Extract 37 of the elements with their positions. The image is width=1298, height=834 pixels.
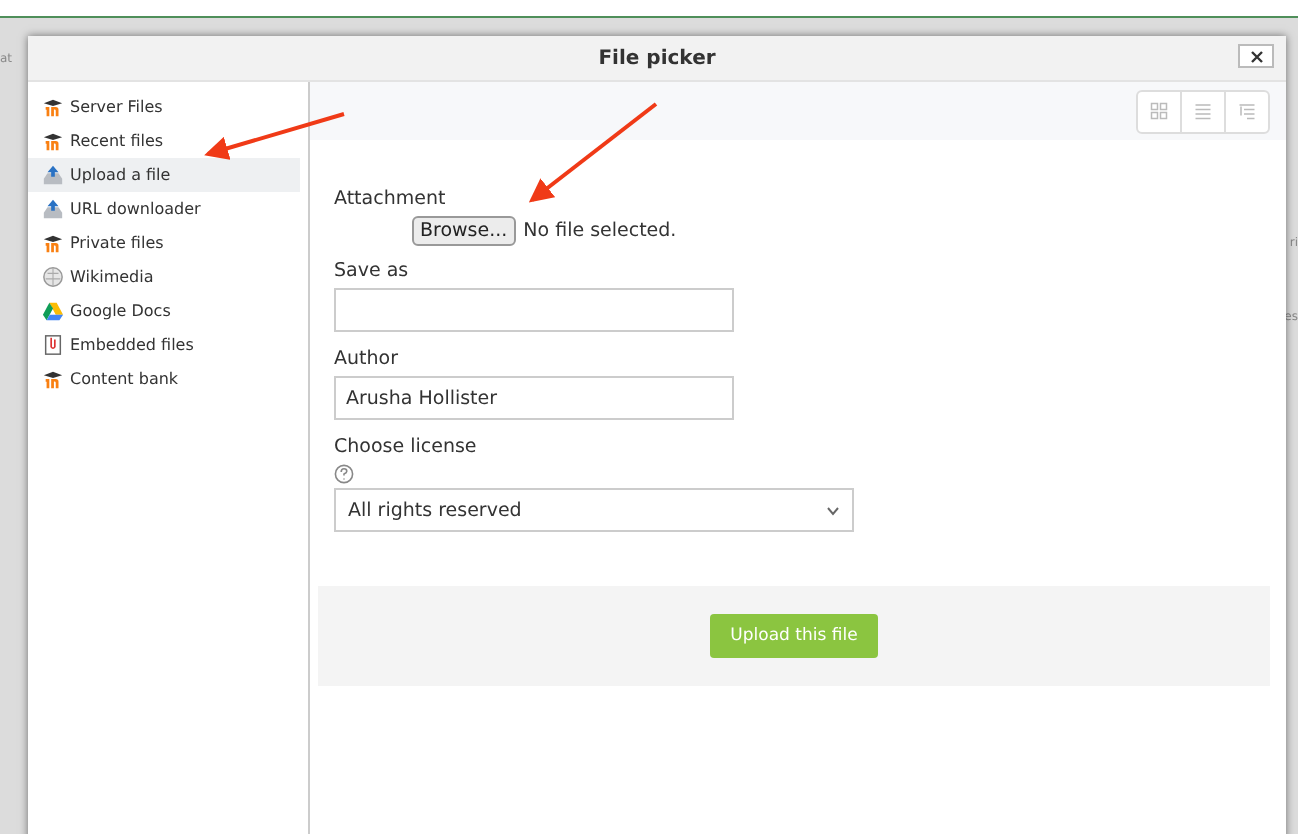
caret-icon	[826, 505, 840, 515]
sidebar-item[interactable]: Server Files	[28, 90, 300, 124]
author-field[interactable]: Arusha Hollister	[334, 376, 734, 420]
tree-view-icon	[1238, 102, 1256, 120]
license-select[interactable]: All rights reserved	[334, 488, 854, 532]
save-as-field[interactable]	[334, 288, 734, 332]
grid-view-icon	[1150, 102, 1168, 120]
annotation-arrow	[204, 112, 345, 160]
sidebar-item[interactable]: Google Docs	[28, 294, 300, 328]
sidebar-item[interactable]: Private files	[28, 226, 300, 260]
sidebar-item[interactable]: Embedded files	[28, 328, 300, 362]
sidebar-item[interactable]: Wikimedia	[28, 260, 300, 294]
field-label: Author	[334, 348, 400, 370]
mortarboard-m-icon	[42, 232, 64, 254]
sidebar-item[interactable]: Recent files	[28, 124, 300, 158]
field-label: Choose license	[334, 436, 479, 458]
drive-triangle-icon	[42, 300, 64, 322]
sidebar-item[interactable]: Content bank	[28, 362, 300, 396]
dialog-title: File picker	[598, 47, 716, 69]
sidebar-item[interactable]: Upload a file	[28, 158, 300, 192]
help-icon[interactable]	[334, 464, 354, 484]
mortarboard-m-icon	[42, 130, 64, 152]
upload-drive-icon	[42, 198, 64, 220]
mortarboard-m-icon	[42, 96, 64, 118]
paperclip-page-icon	[42, 334, 64, 356]
field-label: Attachment	[334, 188, 448, 210]
globe-icon	[42, 266, 64, 288]
sidebar-item[interactable]: URL downloader	[28, 192, 300, 226]
close-button[interactable]	[1238, 44, 1274, 68]
field-label: Save as	[334, 260, 411, 282]
list-view-icon	[1194, 102, 1212, 120]
upload-drive-icon	[42, 164, 64, 186]
file-status: No file selected.	[523, 220, 677, 242]
annotation-arrow	[528, 102, 658, 203]
close-icon	[1249, 49, 1263, 63]
browse-button[interactable]: Browse...	[412, 216, 516, 246]
mortarboard-m-icon	[42, 368, 64, 390]
